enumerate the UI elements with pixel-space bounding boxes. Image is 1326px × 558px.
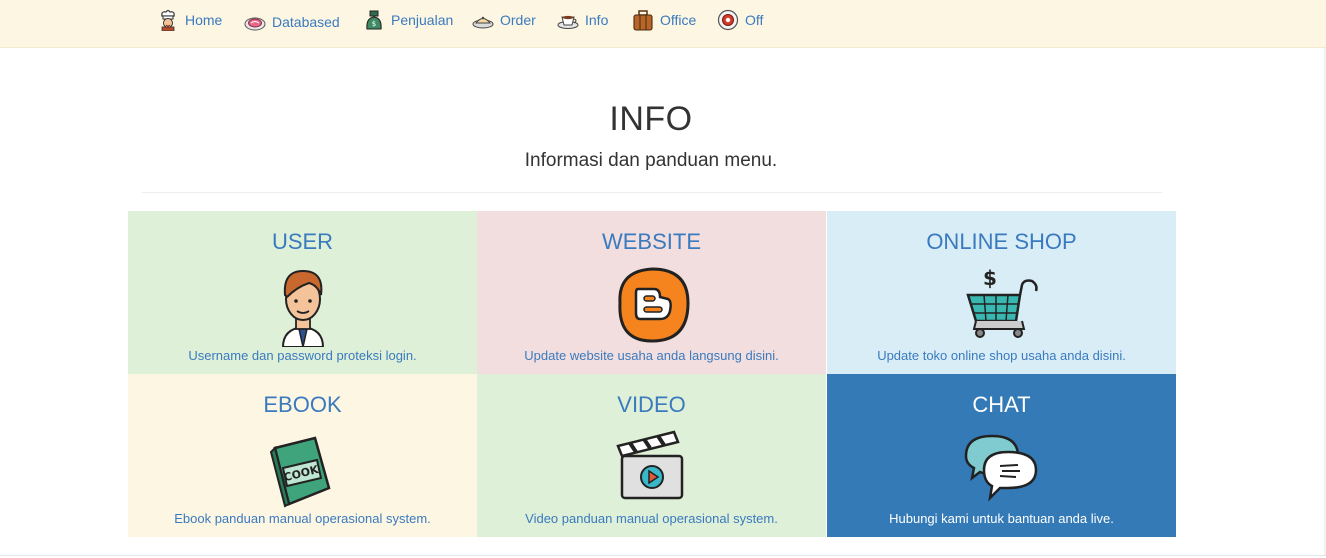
tile-desc-video: Video panduan manual operasional system.: [525, 511, 778, 526]
tile-online-shop[interactable]: ONLINE SHOP $ Update toko online shop us…: [827, 211, 1176, 374]
tile-desc-chat: Hubungi kami untuk bantuan anda live.: [889, 511, 1114, 526]
nav-label-off: Off: [745, 12, 764, 28]
tile-title-user: USER: [271, 229, 334, 254]
nav-label-penjualan: Penjualan: [391, 12, 454, 28]
tile-title-website: WEBSITE: [601, 229, 701, 254]
user-avatar-icon: [281, 269, 324, 347]
power-icon: [717, 9, 739, 31]
nav-item-off[interactable]: Off: [717, 6, 763, 34]
tile-desc-ebook: Ebook panduan manual operasional system.: [174, 511, 431, 526]
tile-desc-online-shop: Update toko online shop usaha anda disin…: [877, 348, 1126, 363]
tile-title-ebook: EBOOK: [263, 392, 342, 417]
meat-plate-icon: [244, 17, 266, 31]
chef-icon: [161, 9, 175, 31]
video-clapper-icon: [615, 430, 683, 500]
nav-item-databased[interactable]: Databased: [244, 8, 340, 36]
briefcase-icon: [633, 10, 653, 31]
tile-user[interactable]: USER Username dan password proteksi logi…: [128, 211, 477, 374]
footer-line: [0, 555, 1326, 556]
header-divider: [142, 192, 1162, 193]
nav-label-home: Home: [185, 12, 223, 28]
nav-item-info[interactable]: Info: [557, 6, 608, 34]
svg-text:$: $: [372, 20, 376, 28]
shopping-cart-icon: $: [965, 266, 1038, 338]
tile-desc-website: Update website usaha anda langsung disin…: [524, 348, 779, 363]
svg-text:$: $: [983, 266, 997, 290]
blogger-icon: [617, 267, 690, 343]
tile-video[interactable]: VIDEO Video panduan manual operasional s…: [477, 374, 826, 537]
top-navbar: Home Databased $ Penjualan Order Info Of…: [0, 0, 1326, 48]
nav-label-office: Office: [660, 12, 697, 28]
page-title: INFO: [609, 100, 693, 138]
chat-bubbles-icon: [964, 434, 1037, 502]
tile-desc-user: Username dan password proteksi login.: [188, 348, 417, 363]
tile-website[interactable]: WEBSITE Update website usaha anda langsu…: [477, 211, 826, 374]
cook-book-icon: COOK: [269, 436, 331, 508]
nav-label-info: Info: [585, 12, 609, 28]
tile-title-online-shop: ONLINE SHOP: [926, 229, 1077, 254]
tile-ebook[interactable]: EBOOK COOK Ebook panduan manual operasio…: [128, 374, 477, 537]
coffee-cup-icon: [557, 15, 579, 29]
page-subtitle: Informasi dan panduan menu.: [524, 150, 778, 171]
nav-item-office[interactable]: Office: [632, 6, 696, 34]
nav-label-order: Order: [500, 12, 536, 28]
tile-chat[interactable]: CHAT Hubungi kami untuk bantuan anda liv…: [827, 374, 1176, 537]
nav-item-order[interactable]: Order: [472, 6, 536, 34]
nav-label-databased: Databased: [272, 14, 340, 30]
nav-item-home[interactable]: Home: [157, 6, 222, 34]
tile-title-video: VIDEO: [617, 392, 686, 417]
tile-title-chat: CHAT: [972, 392, 1031, 417]
nav-item-penjualan[interactable]: $ Penjualan: [363, 6, 453, 34]
food-tray-icon: [472, 16, 494, 29]
money-bag-icon: $: [366, 10, 382, 30]
